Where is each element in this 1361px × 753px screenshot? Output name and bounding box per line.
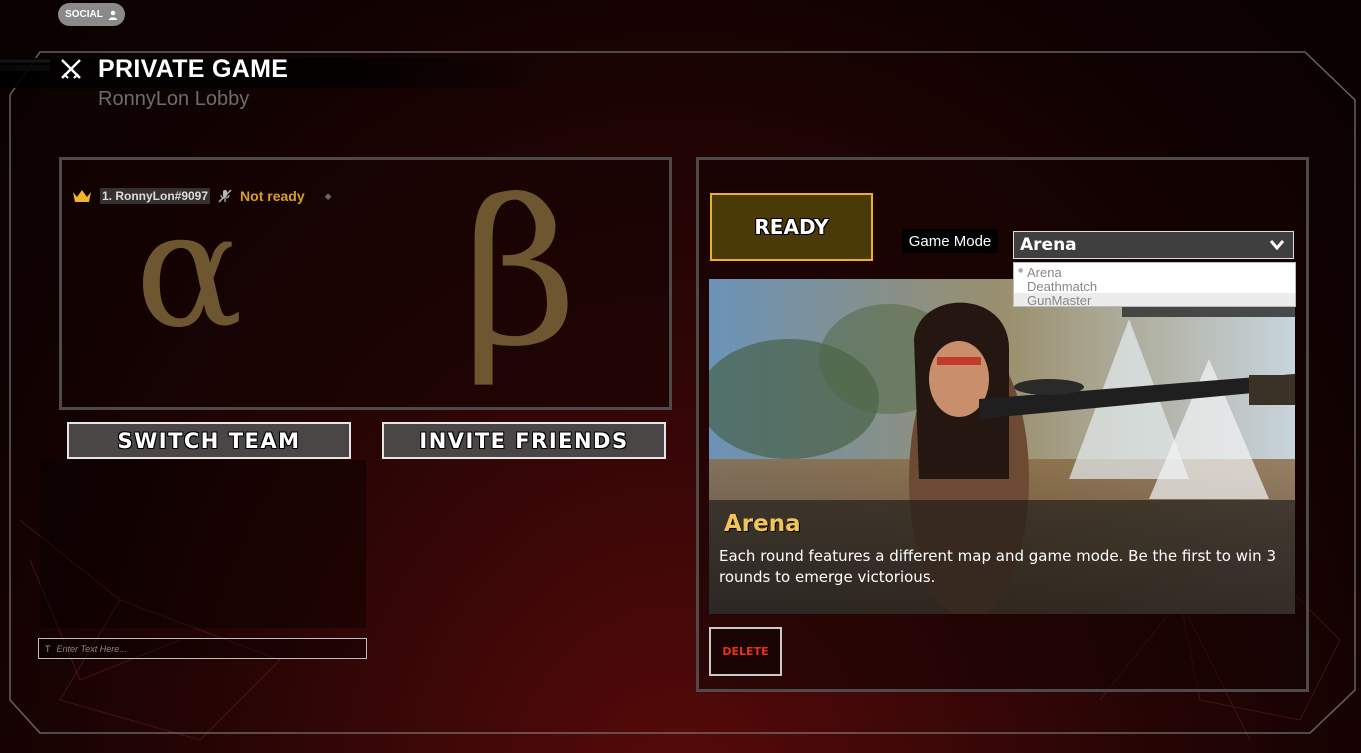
page-title: PRIVATE GAME	[98, 55, 289, 83]
game-mode-dropdown: ● Arena Deathmatch GunMaster	[1013, 262, 1296, 307]
delete-button[interactable]: DELETE	[709, 627, 782, 676]
game-mode-label: Game Mode	[902, 229, 998, 253]
invite-friends-button[interactable]: INVITE FRIENDS	[382, 422, 666, 459]
chat-input-placeholder: Enter Text Here...	[56, 643, 127, 654]
dropdown-option-arena[interactable]: Arena	[1027, 266, 1062, 279]
social-label: SOCIAL	[65, 9, 103, 20]
selected-marker-icon: ●	[1018, 267, 1024, 274]
chevron-down-icon	[1269, 240, 1285, 251]
person-icon	[108, 10, 118, 20]
map-title: Arena	[724, 511, 801, 537]
game-mode-selected: Arena	[1020, 235, 1077, 255]
dropdown-option-deathmatch[interactable]: Deathmatch	[1027, 280, 1097, 293]
crossed-swords-icon	[61, 59, 81, 79]
chat-log	[40, 460, 366, 628]
player-row: 1. RonnyLon#9097 Not ready ◆	[72, 186, 332, 206]
text-input-icon: T	[45, 643, 51, 654]
social-button[interactable]: SOCIAL	[58, 3, 125, 26]
player-status: Not ready	[240, 188, 305, 204]
dropdown-option-gunmaster[interactable]: GunMaster	[1027, 294, 1091, 307]
team-alpha-emblem: α	[135, 176, 244, 363]
team-beta-emblem: β	[462, 158, 578, 391]
switch-team-button[interactable]: SWITCH TEAM	[67, 422, 351, 459]
crown-icon	[73, 190, 91, 202]
ready-button[interactable]: READY	[710, 193, 873, 261]
muted-mic-icon[interactable]	[218, 189, 232, 203]
lobby-name: RonnyLon Lobby	[98, 88, 250, 110]
map-description: Each round features a different map and …	[719, 547, 1276, 586]
chat-input[interactable]: T Enter Text Here...	[38, 638, 367, 659]
player-name: 1. RonnyLon#9097	[100, 188, 211, 204]
player-extra-icon: ◆	[324, 190, 332, 201]
game-mode-select[interactable]: Arena	[1013, 231, 1294, 259]
